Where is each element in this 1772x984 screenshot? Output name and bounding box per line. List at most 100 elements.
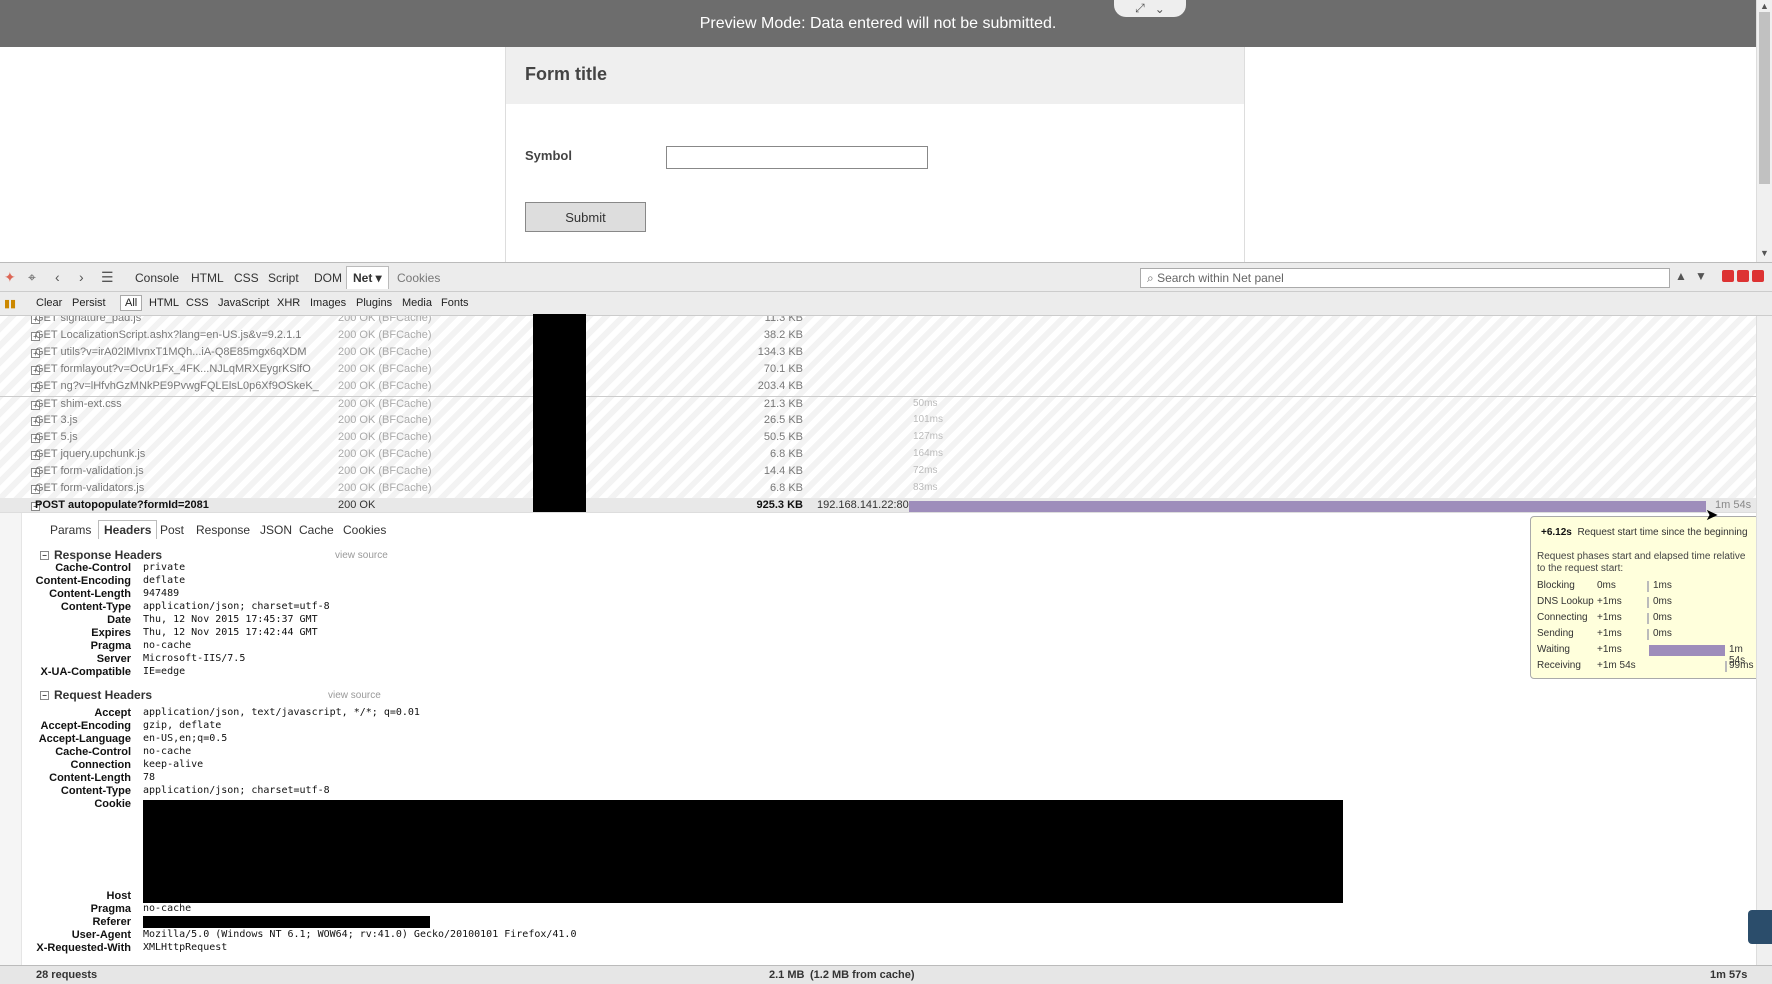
- filter-media[interactable]: Media: [402, 297, 432, 309]
- tab-post[interactable]: Post: [160, 523, 184, 537]
- firebug-icon[interactable]: ✦: [4, 269, 16, 286]
- scroll-down-icon[interactable]: ▼: [1760, 248, 1769, 258]
- remote-ip: 192.168.141.22:80: [817, 499, 909, 511]
- filter-javascript[interactable]: JavaScript: [218, 297, 269, 309]
- selected-request-row[interactable]: − POST autopopulate?formId=2081 200 OK 9…: [0, 498, 1756, 512]
- tab-css[interactable]: CSS: [234, 271, 259, 285]
- phases-description: Request phases start and elapsed time re…: [1537, 551, 1746, 574]
- collapse-icon[interactable]: −: [40, 691, 49, 701]
- filter-all[interactable]: All: [120, 295, 143, 311]
- redacted-block: [533, 314, 586, 512]
- request-size: 6.8 KB: [769, 448, 803, 460]
- expand-icon[interactable]: ⤢: [1135, 1, 1145, 16]
- request-total-time: 1m 54s: [1715, 499, 1752, 511]
- phase-row: DNS Lookup +1ms 0ms: [1537, 596, 1672, 608]
- header-row: Connection keep-alive: [70, 759, 204, 771]
- request-url: GET formlayout?v=OcUr1Fx_4FK...NJLqMRXEy…: [35, 363, 311, 375]
- table-row[interactable]: + GET form-validators.js 200 OK (BFCache…: [0, 481, 1756, 498]
- header-row: Content-Encoding deflate: [35, 575, 186, 587]
- forward-icon[interactable]: ›: [79, 269, 84, 285]
- tab-response[interactable]: Response: [196, 523, 250, 537]
- page-scrollbar[interactable]: ▲ ▼: [1756, 0, 1772, 262]
- header-row: Cache-Control no-cache: [55, 746, 192, 758]
- inspect-icon[interactable]: ⌖: [28, 269, 36, 286]
- table-row[interactable]: + GET jquery.upchunk.js 200 OK (BFCache)…: [0, 447, 1756, 464]
- total-time: 1m 57s: [1710, 969, 1748, 981]
- header-row: Accept-Language en-US,en;q=0.5: [38, 733, 228, 745]
- request-url: GET signature_pad.js: [35, 316, 142, 324]
- back-icon[interactable]: ‹: [55, 269, 60, 285]
- table-row[interactable]: + GET ng?v=lHfvhGzMNkPE9PvwgFQLElsL0p6Xf…: [0, 379, 1756, 396]
- redacted-referer: [143, 916, 430, 928]
- header-row: User-Agent Mozilla/5.0 (Windows NT 6.1; W…: [71, 929, 577, 941]
- persist-button[interactable]: Persist: [72, 297, 106, 309]
- request-status: 200 OK (BFCache): [338, 329, 432, 341]
- symbol-input[interactable]: [666, 146, 928, 169]
- filter-html[interactable]: HTML: [149, 297, 179, 309]
- request-url: GET ng?v=lHfvhGzMNkPE9PvwgFQLElsL0p6Xf9O…: [35, 380, 319, 392]
- header-row: Pragma no-cache: [90, 640, 192, 652]
- tab-headers[interactable]: Headers: [98, 520, 158, 539]
- symbol-label: Symbol: [525, 148, 572, 163]
- command-list-icon[interactable]: ☰: [101, 269, 114, 286]
- detach-icon[interactable]: [1737, 270, 1749, 282]
- minimize-icon[interactable]: [1722, 270, 1734, 282]
- tab-json[interactable]: JSON: [260, 523, 292, 537]
- response-headers-title[interactable]: − Response Headers: [40, 548, 162, 562]
- request-size: 11.3 KB: [764, 316, 803, 324]
- tab-dom[interactable]: DOM: [314, 271, 342, 285]
- chevron-down-icon[interactable]: ⌄: [1155, 2, 1165, 16]
- cache-size: (1.2 MB from cache): [810, 969, 915, 981]
- clear-button[interactable]: Clear: [36, 297, 62, 309]
- header-row: Host: [106, 890, 131, 902]
- table-row[interactable]: + GET formlayout?v=OcUr1Fx_4FK...NJLqMRX…: [0, 362, 1756, 379]
- tab-params[interactable]: Params: [50, 523, 91, 537]
- request-url: POST autopopulate?formId=2081: [35, 499, 209, 511]
- timeline-bar[interactable]: [909, 501, 1706, 512]
- filter-fonts[interactable]: Fonts: [441, 297, 469, 309]
- table-row[interactable]: + GET 3.js 200 OK (BFCache) 26.5 KB 101m…: [0, 413, 1756, 430]
- request-size: 50.5 KB: [763, 431, 803, 443]
- phase-row: Sending +1ms 0ms: [1537, 628, 1672, 640]
- table-row[interactable]: + GET 5.js 200 OK (BFCache) 50.5 KB 127m…: [0, 430, 1756, 447]
- request-url: GET utils?v=irA02lMIvnxT1MQh...iA-Q8E85m…: [35, 346, 307, 358]
- filter-images[interactable]: Images: [310, 297, 346, 309]
- filter-css[interactable]: CSS: [186, 297, 209, 309]
- tab-cookies-detail[interactable]: Cookies: [343, 523, 386, 537]
- request-size: 134.3 KB: [757, 346, 803, 358]
- tab-html[interactable]: HTML: [191, 271, 224, 285]
- table-row[interactable]: + GET LocalizationScript.ashx?lang=en-US…: [0, 328, 1756, 345]
- filter-plugins[interactable]: Plugins: [356, 297, 392, 309]
- request-size: 38.2 KB: [763, 329, 803, 341]
- search-next-icon[interactable]: ▼: [1695, 269, 1707, 283]
- request-url: GET LocalizationScript.ashx?lang=en-US.j…: [35, 329, 302, 341]
- tab-cookies[interactable]: Cookies: [397, 271, 440, 285]
- search-prev-icon[interactable]: ▲: [1675, 269, 1687, 283]
- table-row[interactable]: + GET signature_pad.js 200 OK (BFCache) …: [0, 316, 1756, 328]
- submit-button[interactable]: Submit: [525, 202, 646, 232]
- net-search-input[interactable]: ⌕ Search within Net panel: [1140, 268, 1670, 288]
- table-row[interactable]: + GET shim-ext.css 200 OK (BFCache) 21.3…: [0, 396, 1756, 413]
- scroll-up-icon[interactable]: ▲: [1760, 1, 1769, 11]
- request-time: 72ms: [913, 465, 938, 476]
- request-time: 83ms: [913, 482, 938, 493]
- request-status: 200 OK (BFCache): [338, 431, 432, 443]
- tab-cache[interactable]: Cache: [299, 523, 334, 537]
- view-source-link[interactable]: view source: [335, 550, 388, 561]
- table-row[interactable]: + GET form-validation.js 200 OK (BFCache…: [0, 464, 1756, 481]
- net-panel-scrollbar[interactable]: [1756, 316, 1772, 965]
- view-source-link[interactable]: view source: [328, 690, 381, 701]
- tab-console[interactable]: Console: [135, 271, 179, 285]
- tab-script[interactable]: Script: [268, 271, 299, 285]
- chat-widget-icon[interactable]: [1748, 910, 1772, 944]
- request-headers-title[interactable]: − Request Headers: [40, 688, 152, 702]
- net-status-bar: 28 requests 2.1 MB (1.2 MB from cache) 1…: [0, 965, 1772, 984]
- table-row[interactable]: + GET utils?v=irA02lMIvnxT1MQh...iA-Q8E8…: [0, 345, 1756, 362]
- request-status: 200 OK (BFCache): [338, 414, 432, 426]
- tab-net[interactable]: Net ▾: [346, 266, 389, 289]
- collapse-icon[interactable]: −: [40, 551, 49, 561]
- header-row: Accept application/json, text/javascript,…: [94, 707, 420, 719]
- close-icon[interactable]: [1752, 270, 1764, 282]
- filter-xhr[interactable]: XHR: [277, 297, 300, 309]
- scrollbar-thumb[interactable]: [1759, 12, 1770, 184]
